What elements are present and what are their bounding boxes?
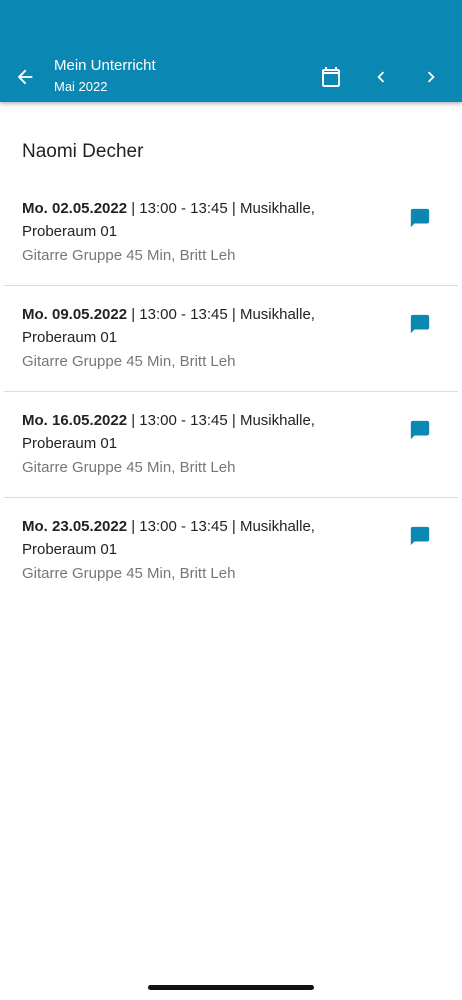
lesson-date: Mo. 16.05.2022 xyxy=(22,412,128,429)
back-button[interactable] xyxy=(12,64,38,90)
lesson-row[interactable]: Mo. 16.05.2022 | 13:00 - 13:45 | Musikha… xyxy=(4,392,458,498)
calendar-icon xyxy=(322,67,340,87)
lesson-text: Mo. 16.05.2022 | 13:00 - 13:45 | Musikha… xyxy=(22,409,362,479)
comment-icon xyxy=(410,208,430,228)
comment-icon xyxy=(410,526,430,546)
page-subtitle: Mai 2022 xyxy=(54,79,108,94)
comment-icon xyxy=(410,420,430,440)
lesson-date: Mo. 02.05.2022 xyxy=(22,200,128,217)
lesson-header: Mo. 09.05.2022 | 13:00 - 13:45 | Musikha… xyxy=(22,303,362,349)
lesson-row[interactable]: Mo. 02.05.2022 | 13:00 - 13:45 | Musikha… xyxy=(4,180,458,286)
comment-button[interactable] xyxy=(408,524,432,548)
comment-button[interactable] xyxy=(408,418,432,442)
student-name: Naomi Decher xyxy=(22,141,144,162)
lesson-row[interactable]: Mo. 09.05.2022 | 13:00 - 13:45 | Musikha… xyxy=(4,286,458,392)
lesson-subtitle: Gitarre Gruppe 45 Min, Britt Leh xyxy=(22,353,236,370)
page-title: Mein Unterricht xyxy=(54,57,156,74)
lesson-date: Mo. 23.05.2022 xyxy=(22,518,128,535)
comment-icon xyxy=(410,314,430,334)
lesson-subtitle: Gitarre Gruppe 45 Min, Britt Leh xyxy=(22,247,236,264)
lesson-text: Mo. 09.05.2022 | 13:00 - 13:45 | Musikha… xyxy=(22,303,362,373)
next-month-button[interactable] xyxy=(418,64,444,90)
lesson-row[interactable]: Mo. 23.05.2022 | 13:00 - 13:45 | Musikha… xyxy=(4,498,458,604)
lesson-subtitle: Gitarre Gruppe 45 Min, Britt Leh xyxy=(22,459,236,476)
lesson-list: Mo. 02.05.2022 | 13:00 - 13:45 | Musikha… xyxy=(4,180,458,604)
lesson-date: Mo. 09.05.2022 xyxy=(22,306,128,323)
chevron-left-icon xyxy=(377,71,385,83)
lesson-text: Mo. 02.05.2022 | 13:00 - 13:45 | Musikha… xyxy=(22,197,362,267)
calendar-button[interactable] xyxy=(318,64,344,90)
comment-button[interactable] xyxy=(408,206,432,230)
previous-month-button[interactable] xyxy=(368,64,394,90)
arrow-left-icon xyxy=(17,69,33,85)
title-block: Mein Unterricht Mai 2022 xyxy=(54,56,156,96)
lesson-header: Mo. 02.05.2022 | 13:00 - 13:45 | Musikha… xyxy=(22,197,362,243)
comment-button[interactable] xyxy=(408,312,432,336)
lesson-header: Mo. 23.05.2022 | 13:00 - 13:45 | Musikha… xyxy=(22,515,362,561)
lesson-text: Mo. 23.05.2022 | 13:00 - 13:45 | Musikha… xyxy=(22,515,362,585)
lesson-header: Mo. 16.05.2022 | 13:00 - 13:45 | Musikha… xyxy=(22,409,362,455)
lesson-subtitle: Gitarre Gruppe 45 Min, Britt Leh xyxy=(22,565,236,582)
app-bar: Mein Unterricht Mai 2022 xyxy=(0,0,462,102)
chevron-right-icon xyxy=(427,71,435,83)
home-indicator[interactable] xyxy=(148,985,314,990)
